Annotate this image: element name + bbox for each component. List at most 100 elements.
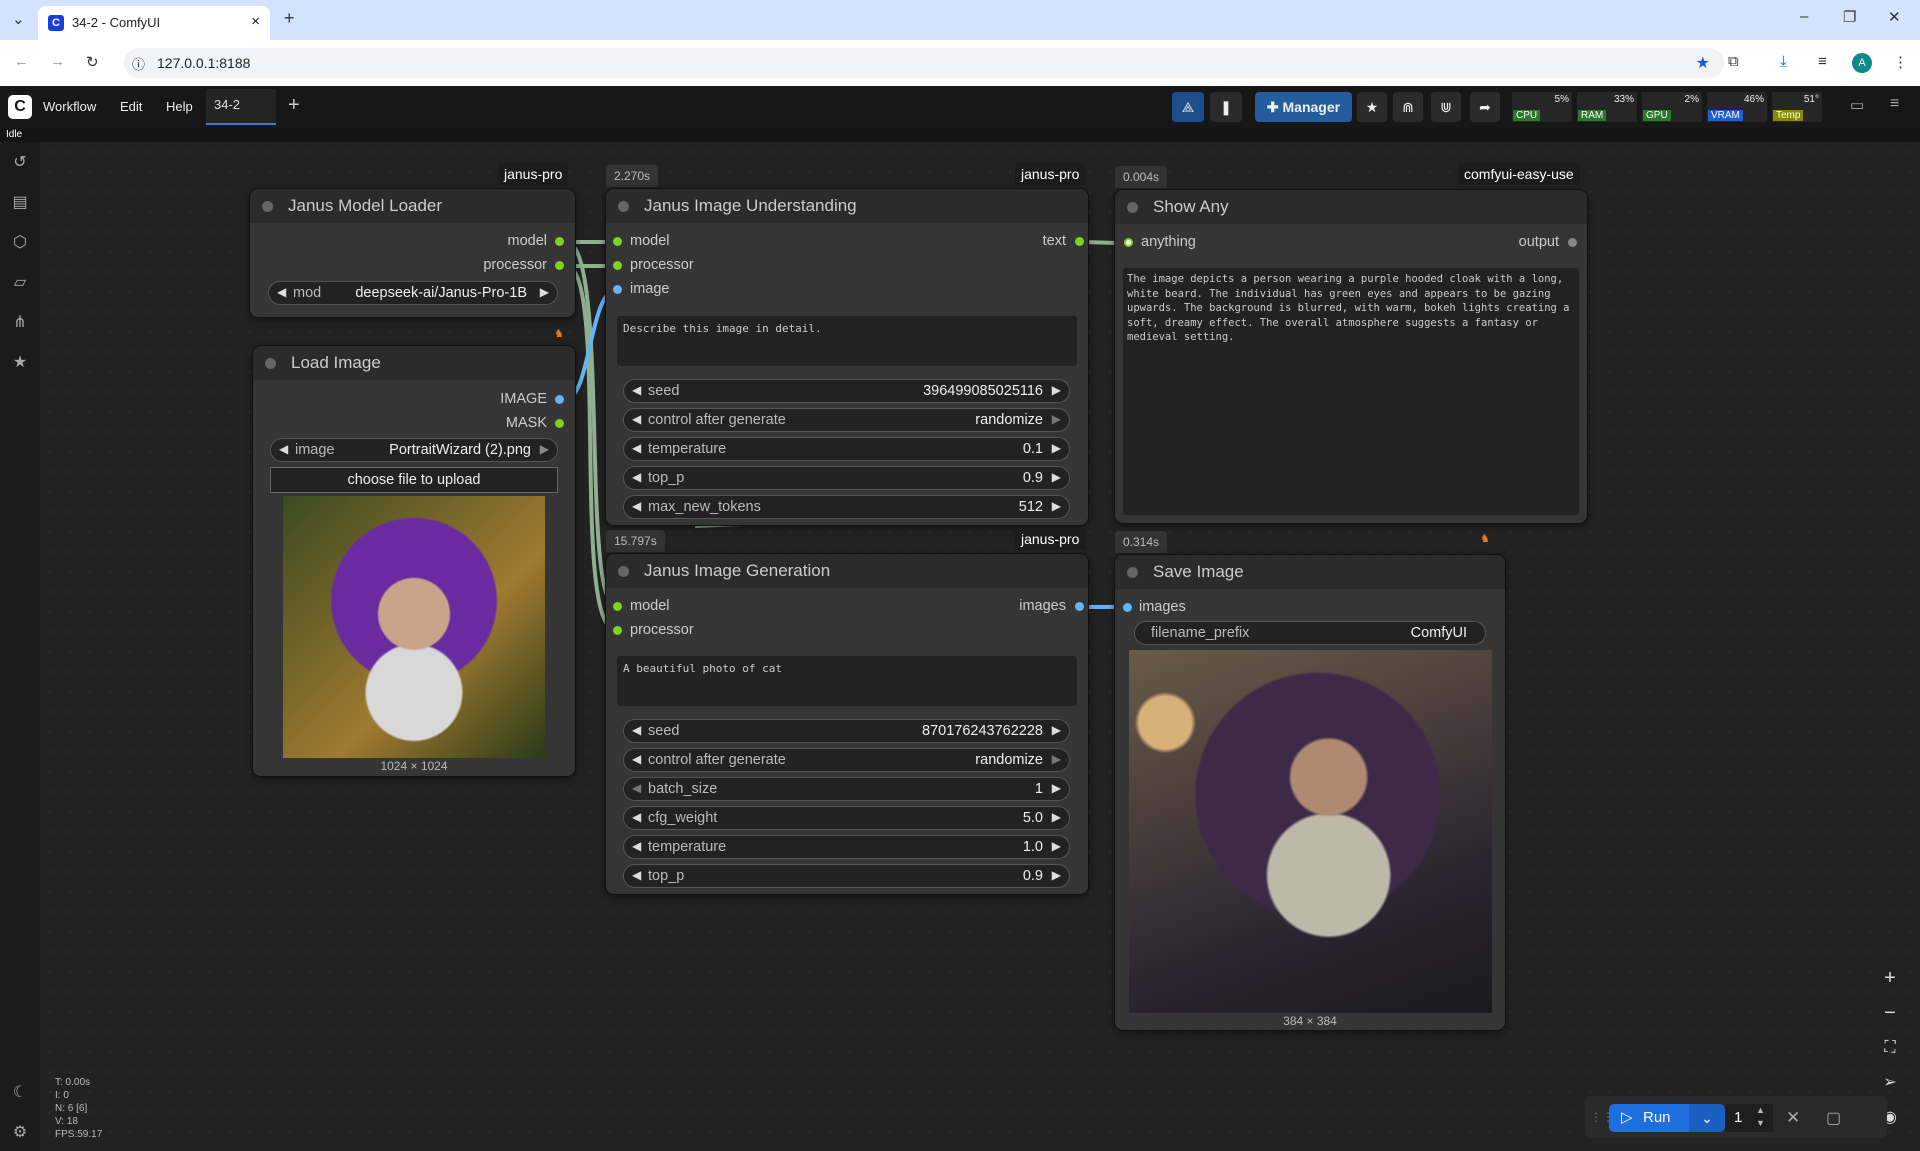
arrow-right-icon[interactable]: ▶ bbox=[540, 285, 549, 299]
input-processor-slot[interactable] bbox=[613, 261, 622, 270]
janus-image-generation-node[interactable]: Janus Image Generation model processor i… bbox=[606, 554, 1088, 894]
arrow-left-icon[interactable]: ◀ bbox=[632, 383, 641, 397]
collapse-dot[interactable] bbox=[1127, 567, 1138, 578]
arrow-right-icon[interactable]: ▶ bbox=[1052, 839, 1061, 853]
run-mode-dropdown[interactable]: ⌄ bbox=[1689, 1104, 1725, 1132]
collapse-dot[interactable] bbox=[1127, 202, 1138, 213]
widget-label: cfg_weight bbox=[648, 810, 718, 826]
input-image-slot[interactable] bbox=[613, 285, 622, 294]
widget-label: filename_prefix bbox=[1151, 625, 1250, 641]
collapse-dot[interactable] bbox=[618, 566, 629, 577]
arrow-right-icon[interactable]: ▶ bbox=[540, 442, 549, 456]
node-badge: janus-pro bbox=[498, 163, 569, 185]
arrow-right-icon[interactable]: ▶ bbox=[1052, 781, 1061, 795]
run-button[interactable]: ▷ Run bbox=[1609, 1104, 1689, 1132]
filename-prefix-widget[interactable]: filename_prefix ComfyUI bbox=[1134, 621, 1486, 645]
node-title[interactable]: Janus Image Generation bbox=[606, 554, 1088, 588]
perf-line: N: 6 [6] bbox=[55, 1103, 88, 1114]
fit-view-icon[interactable]: ⛶ bbox=[1872, 1033, 1908, 1063]
arrow-right-icon[interactable]: ▶ bbox=[1052, 810, 1061, 824]
arrow-left-icon[interactable]: ◀ bbox=[632, 752, 641, 766]
arrow-left-icon[interactable]: ◀ bbox=[632, 810, 641, 824]
arrow-right-icon[interactable]: ▶ bbox=[1052, 868, 1061, 882]
arrow-left-icon[interactable]: ◀ bbox=[632, 470, 641, 484]
input-processor-slot[interactable] bbox=[613, 626, 622, 635]
widget-value: 870176243762228 bbox=[922, 723, 1043, 739]
pointer-mode-icon[interactable]: ➢ bbox=[1872, 1068, 1908, 1098]
image-combo[interactable]: ◀ image PortraitWizard (2).png ▶ bbox=[270, 438, 558, 462]
perf-stats: T: 0.00s I: 0 N: 6 [6] V: 18 FPS:59.17 bbox=[55, 1076, 102, 1141]
control-after-generate-widget[interactable]: ◀ control after generate randomize ▶ bbox=[623, 748, 1070, 772]
output-model-slot[interactable] bbox=[555, 237, 564, 246]
batch-size-widget[interactable]: ◀ batch_size 1 ▶ bbox=[623, 777, 1070, 801]
temperature-widget[interactable]: ◀ temperature 0.1 ▶ bbox=[623, 437, 1070, 461]
zoom-out-icon[interactable]: − bbox=[1872, 998, 1908, 1028]
output-image-slot[interactable] bbox=[555, 395, 564, 404]
zoom-in-icon[interactable]: + bbox=[1872, 963, 1908, 993]
collapse-dot[interactable] bbox=[262, 201, 273, 212]
widget-label: control after generate bbox=[648, 412, 786, 428]
node-title[interactable]: Save Image bbox=[1115, 555, 1505, 589]
arrow-right-icon[interactable]: ▶ bbox=[1052, 499, 1061, 513]
cfg-weight-widget[interactable]: ◀ cfg_weight 5.0 ▶ bbox=[623, 806, 1070, 830]
arrow-right-icon[interactable]: ▶ bbox=[1052, 441, 1061, 455]
show-any-node[interactable]: Show Any anything output The image depic… bbox=[1115, 190, 1587, 523]
input-model-slot[interactable] bbox=[613, 602, 622, 611]
arrow-right-icon[interactable]: ▶ bbox=[1052, 470, 1061, 484]
node-title[interactable]: Load Image bbox=[253, 346, 575, 380]
top-p-widget[interactable]: ◀ top_p 0.9 ▶ bbox=[623, 864, 1070, 888]
output-processor-slot[interactable] bbox=[555, 261, 564, 270]
janus-image-understanding-node[interactable]: Janus Image Understanding model processo… bbox=[606, 189, 1088, 525]
collapse-dot[interactable] bbox=[265, 358, 276, 369]
arrow-right-icon[interactable]: ▶ bbox=[1052, 752, 1061, 766]
load-image-node[interactable]: Load Image IMAGE MASK ◀ image PortraitWi… bbox=[253, 346, 575, 776]
arrow-left-icon[interactable]: ◀ bbox=[632, 412, 641, 426]
preview-image bbox=[283, 496, 545, 758]
seed-widget[interactable]: ◀ seed 396499085025116 ▶ bbox=[623, 379, 1070, 403]
save-image-node[interactable]: Save Image images filename_prefix ComfyU… bbox=[1115, 555, 1505, 1030]
arrow-left-icon[interactable]: ◀ bbox=[279, 442, 288, 456]
seed-widget[interactable]: ◀ seed 870176243762228 ▶ bbox=[623, 719, 1070, 743]
arrow-left-icon[interactable]: ◀ bbox=[632, 441, 641, 455]
widget-value: 396499085025116 bbox=[923, 383, 1043, 399]
arrow-right-icon[interactable]: ▶ bbox=[1052, 723, 1061, 737]
output-text-slot[interactable] bbox=[1075, 237, 1084, 246]
arrow-right-icon[interactable]: ▶ bbox=[1052, 383, 1061, 397]
temperature-widget[interactable]: ◀ temperature 1.0 ▶ bbox=[623, 835, 1070, 859]
arrow-right-icon[interactable]: ▶ bbox=[1052, 412, 1061, 426]
stop-icon[interactable]: ▢ bbox=[1826, 1108, 1841, 1128]
max-new-tokens-widget[interactable]: ◀ max_new_tokens 512 ▶ bbox=[623, 495, 1070, 519]
play-icon: ▷ bbox=[1621, 1109, 1633, 1126]
control-after-generate-widget[interactable]: ◀ control after generate randomize ▶ bbox=[623, 408, 1070, 432]
collapse-dot[interactable] bbox=[618, 201, 629, 212]
node-title[interactable]: Janus Image Understanding bbox=[606, 189, 1088, 223]
janus-model-loader-node[interactable]: Janus Model Loader model processor ◀ mod… bbox=[250, 189, 575, 317]
top-p-widget[interactable]: ◀ top_p 0.9 ▶ bbox=[623, 466, 1070, 490]
output-text[interactable]: The image depicts a person wearing a pur… bbox=[1123, 268, 1579, 515]
prompt-textarea[interactable]: A beautiful photo of cat bbox=[617, 656, 1077, 706]
prompt-textarea[interactable]: Describe this image in detail. bbox=[617, 316, 1077, 366]
input-model-slot[interactable] bbox=[613, 237, 622, 246]
input-anything-slot[interactable] bbox=[1124, 238, 1133, 247]
output-slot[interactable] bbox=[1568, 238, 1577, 247]
output-mask-slot[interactable] bbox=[555, 419, 564, 428]
model-name-combo[interactable]: ◀ mod deepseek-ai/Janus-Pro-1B ▶ bbox=[268, 281, 558, 305]
cancel-run-icon[interactable]: ✕ bbox=[1786, 1108, 1800, 1128]
batch-count-input[interactable]: 1 bbox=[1725, 1104, 1773, 1132]
widget-label: temperature bbox=[648, 441, 727, 457]
upload-button[interactable]: choose file to upload bbox=[270, 467, 558, 493]
arrow-left-icon[interactable]: ◀ bbox=[632, 839, 641, 853]
node-title[interactable]: Show Any bbox=[1115, 190, 1587, 224]
output-images-slot[interactable] bbox=[1075, 602, 1084, 611]
arrow-left-icon[interactable]: ◀ bbox=[277, 285, 286, 299]
output-images-label: images bbox=[1019, 598, 1066, 614]
arrow-left-icon[interactable]: ◀ bbox=[632, 868, 641, 882]
arrow-left-icon[interactable]: ◀ bbox=[632, 781, 641, 795]
arrow-left-icon[interactable]: ◀ bbox=[632, 499, 641, 513]
node-title[interactable]: Janus Model Loader bbox=[250, 189, 575, 223]
output-image bbox=[1129, 650, 1492, 1013]
stepper-icon[interactable]: ▲ ▼ bbox=[1756, 1104, 1765, 1130]
fox-icon: ♞ bbox=[1476, 531, 1494, 547]
arrow-left-icon[interactable]: ◀ bbox=[632, 723, 641, 737]
input-images-slot[interactable] bbox=[1123, 603, 1132, 612]
